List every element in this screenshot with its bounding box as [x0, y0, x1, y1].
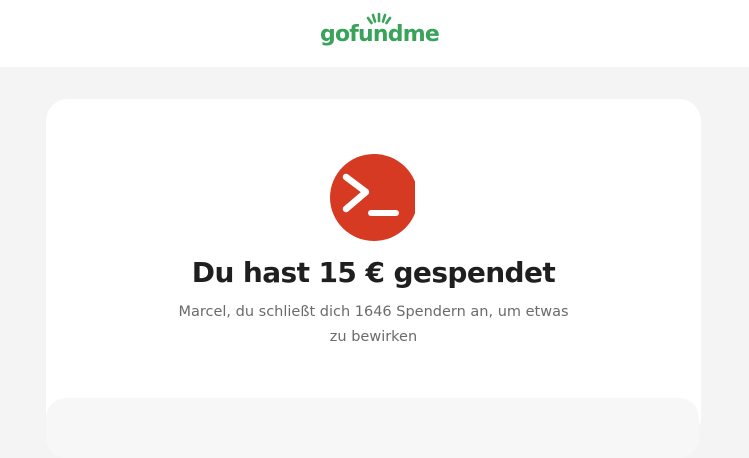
gofundme-logo[interactable]: gofundme	[320, 12, 440, 46]
donation-title: Du hast 15 € gespendet	[191, 256, 556, 289]
header-bar: gofundme	[0, 0, 749, 67]
donation-confirmation-card: Du hast 15 € gespendet Marcel, du schlie…	[46, 99, 701, 439]
secondary-panel	[46, 398, 699, 458]
campaign-avatar	[330, 154, 415, 241]
terminal-prompt-icon	[342, 173, 399, 216]
logo-wordmark: gofundme	[320, 22, 440, 47]
donation-message: Marcel, du schließt dich 1646 Spendern a…	[178, 304, 569, 345]
